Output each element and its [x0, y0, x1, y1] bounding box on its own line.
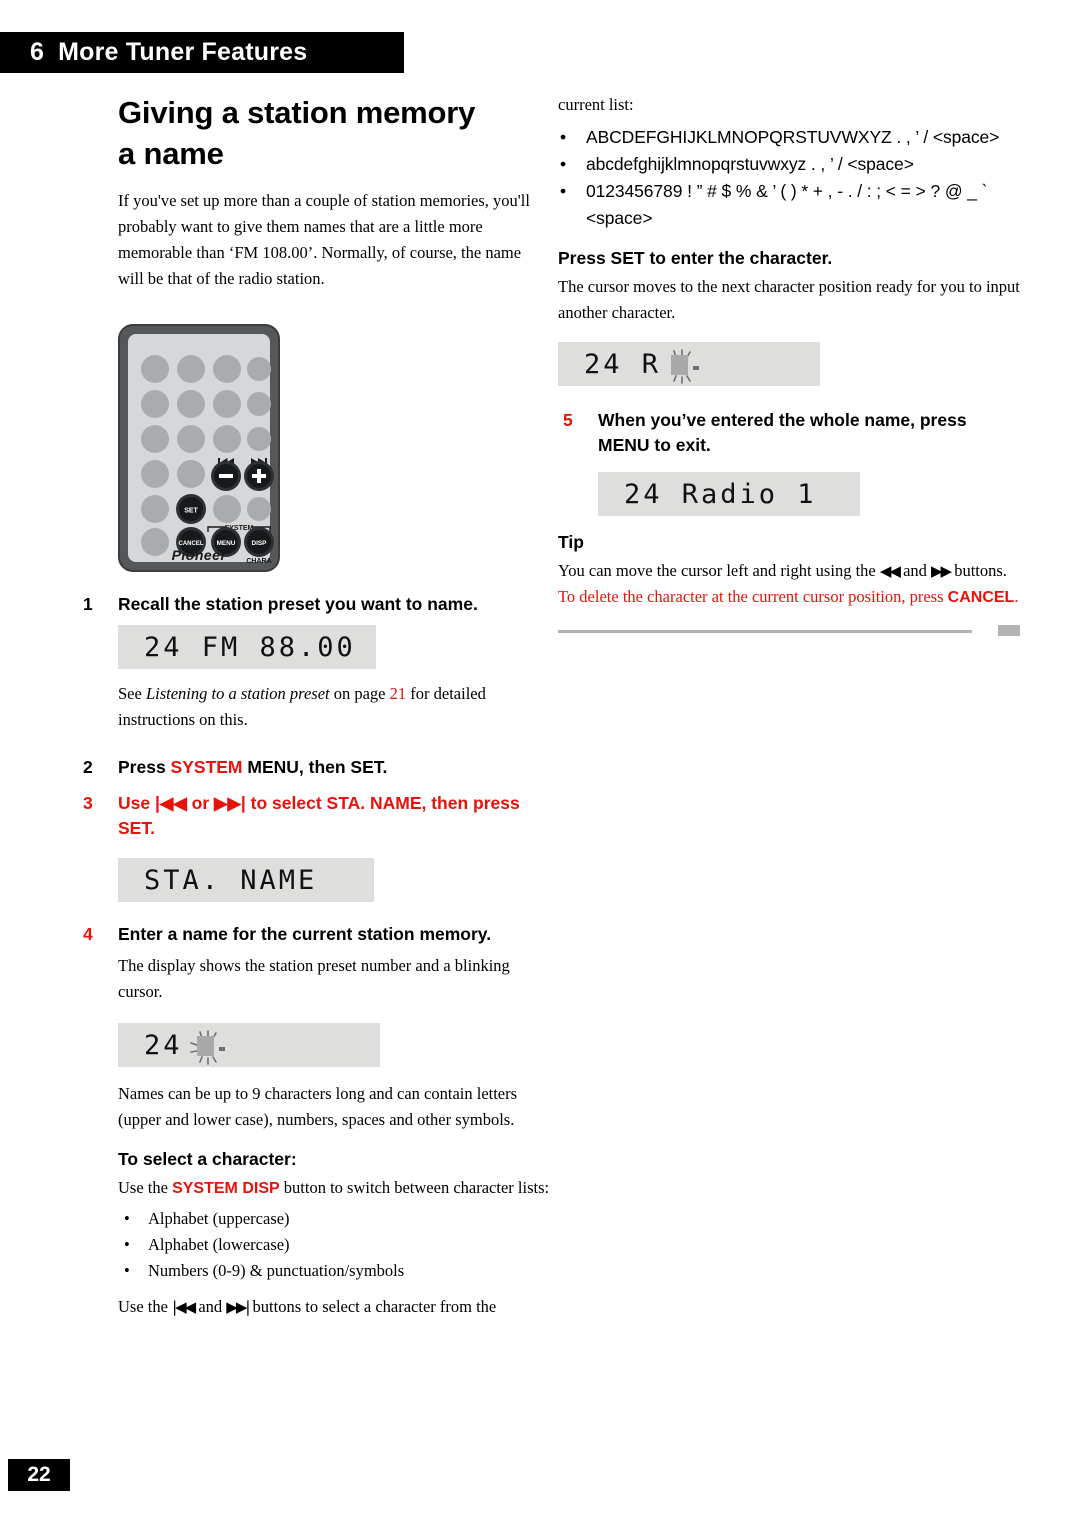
system-disp-highlight: SYSTEM DISP	[172, 1180, 280, 1197]
cursor-block	[196, 1036, 214, 1056]
chapter-number: 6	[30, 38, 45, 66]
blinking-cursor-icon	[187, 1028, 225, 1065]
step-3-number: 3	[83, 793, 93, 813]
tip-body: You can move the cursor left and right u…	[558, 558, 1020, 611]
section-title-line2: a name	[118, 136, 224, 171]
character-set-list: ABCDEFGHIJKLMNOPQRSTUVWXYZ . , ’ / <spac…	[558, 124, 1020, 232]
footer-middle: and	[194, 1297, 227, 1316]
tip-before: You can move the cursor left and right u…	[558, 561, 880, 580]
step-2-text-after: MENU, then SET.	[242, 757, 388, 777]
intro-before: Use the	[118, 1178, 173, 1197]
lcd-display-final-name: 24 Radio 1	[598, 472, 860, 516]
lcd-display-blinking-cursor: 24	[118, 1023, 380, 1067]
step-5-text: When you’ve entered the whole name, pres…	[598, 410, 967, 455]
rewind-icon: ◀◀	[879, 562, 901, 580]
tip-red-text: To delete the character at the current c…	[558, 587, 948, 606]
list-item: Alphabet (uppercase)	[118, 1206, 550, 1232]
page-cross-reference[interactable]: 21	[390, 684, 407, 703]
chapter-header-bar: 6 More Tuner Features	[0, 32, 404, 73]
step-2-number: 2	[83, 757, 93, 777]
cursor-block	[671, 355, 689, 375]
left-column: Giving a station memory a name If you've…	[78, 92, 550, 1332]
lcd-preset-number: 24	[144, 1029, 183, 1061]
list-item: ABCDEFGHIJKLMNOPQRSTUVWXYZ . , ’ / <spac…	[558, 124, 1020, 151]
step-2-text-before: Press	[118, 757, 171, 777]
list-item: Alphabet (lowercase)	[118, 1232, 550, 1258]
page-number: 22	[8, 1459, 70, 1491]
lcd-text: 24 R	[584, 348, 662, 380]
continuation-text: current list:	[558, 95, 634, 114]
step-1: 1 Recall the station preset you want to …	[78, 592, 550, 617]
step-3: 3 Use |◀◀ or ▶▶| to select STA. NAME, th…	[78, 791, 550, 841]
lcd-display-sta-name: STA. NAME	[118, 858, 374, 902]
step-1-note: See Listening to a station preset on pag…	[118, 681, 550, 733]
tip-heading: Tip	[558, 532, 584, 552]
select-character-heading: To select a character:	[118, 1149, 297, 1169]
note-prefix: See	[118, 684, 146, 703]
divider-line	[558, 630, 972, 633]
note-italic-ref: Listening to a station preset	[145, 684, 330, 703]
step-1-number: 1	[83, 594, 93, 614]
list-item: 0123456789 ! ” # $ % & ’ ( ) * + , - . /…	[558, 178, 1020, 232]
blinking-cursor-icon	[661, 347, 700, 384]
svg-text:DISP: DISP	[252, 540, 268, 547]
press-set-heading: Press SET to enter the character.	[558, 248, 833, 268]
step-4-after-note: Names can be up to 9 characters long and…	[118, 1084, 518, 1129]
remote-control-illustration: SET SYSTEM CANCEL MENU DISP CHARA Pionee…	[118, 324, 280, 577]
section-title-line1: Giving a station memory	[118, 95, 476, 130]
step-5-number: 5	[563, 410, 573, 430]
step-4-text: Enter a name for the current station mem…	[118, 924, 492, 944]
skip-forward-icon: ▶▶|	[226, 1298, 250, 1316]
svg-text:SET: SET	[184, 508, 198, 515]
divider-square	[998, 625, 1020, 636]
step-5: 5 When you’ve entered the whole name, pr…	[558, 408, 1020, 458]
tip-middle: and	[898, 561, 932, 580]
skip-back-icon: |◀◀	[172, 1298, 196, 1316]
step-2: 2 Press SYSTEM MENU, then SET.	[78, 755, 550, 780]
list-item: abcdefghijklmnopqrstuvwxyz . , ’ / <spac…	[558, 151, 1020, 178]
tip-divider	[558, 625, 1020, 637]
step-1-text: Recall the station preset you want to na…	[118, 594, 478, 614]
step-3-text: Use |◀◀ or ▶▶| to select STA. NAME, then…	[118, 793, 520, 838]
footer-before: Use the	[118, 1297, 173, 1316]
lcd-display-preset: 24 FM 88.00	[118, 625, 376, 669]
tip-after: buttons.	[950, 561, 1007, 580]
press-set-body: The cursor moves to the next character p…	[558, 277, 1020, 322]
fast-forward-icon: ▶▶	[931, 562, 952, 580]
step-4-note: The display shows the station preset num…	[118, 956, 510, 1001]
chapter-title: More Tuner Features	[58, 38, 308, 66]
step-4-number: 4	[83, 924, 93, 944]
cancel-button-reference: CANCEL	[947, 589, 1015, 606]
tip-red-end: .	[1014, 587, 1019, 606]
right-column: current list: ABCDEFGHIJKLMNOPQRSTUVWXYZ…	[558, 92, 1020, 637]
select-character-footer: Use the |◀◀ and ▶▶| buttons to select a …	[118, 1294, 550, 1320]
note-middle: on page	[329, 684, 390, 703]
lcd-display-char-entered: 24 R	[558, 342, 820, 386]
intro-paragraph: If you've set up more than a couple of s…	[118, 191, 530, 288]
intro-after: button to switch between character lists…	[279, 1178, 550, 1197]
manual-page: 6 More Tuner Features Giving a station m…	[0, 0, 1080, 1526]
step-2-highlight: SYSTEM	[170, 757, 243, 777]
svg-text:Pioneer: Pioneer	[172, 547, 228, 563]
svg-text:MENU: MENU	[217, 540, 236, 547]
svg-text:CHARA: CHARA	[246, 558, 271, 565]
footer-after: buttons to select a character from the	[248, 1297, 497, 1316]
page-title: Giving a station memory a name	[118, 92, 550, 174]
character-list-types: Alphabet (uppercase) Alphabet (lowercase…	[118, 1206, 550, 1284]
step-4: 4 Enter a name for the current station m…	[78, 922, 550, 947]
list-item: Numbers (0-9) & punctuation/symbols	[118, 1258, 550, 1284]
select-character-intro: Use the SYSTEM DISP button to switch bet…	[118, 1175, 550, 1202]
